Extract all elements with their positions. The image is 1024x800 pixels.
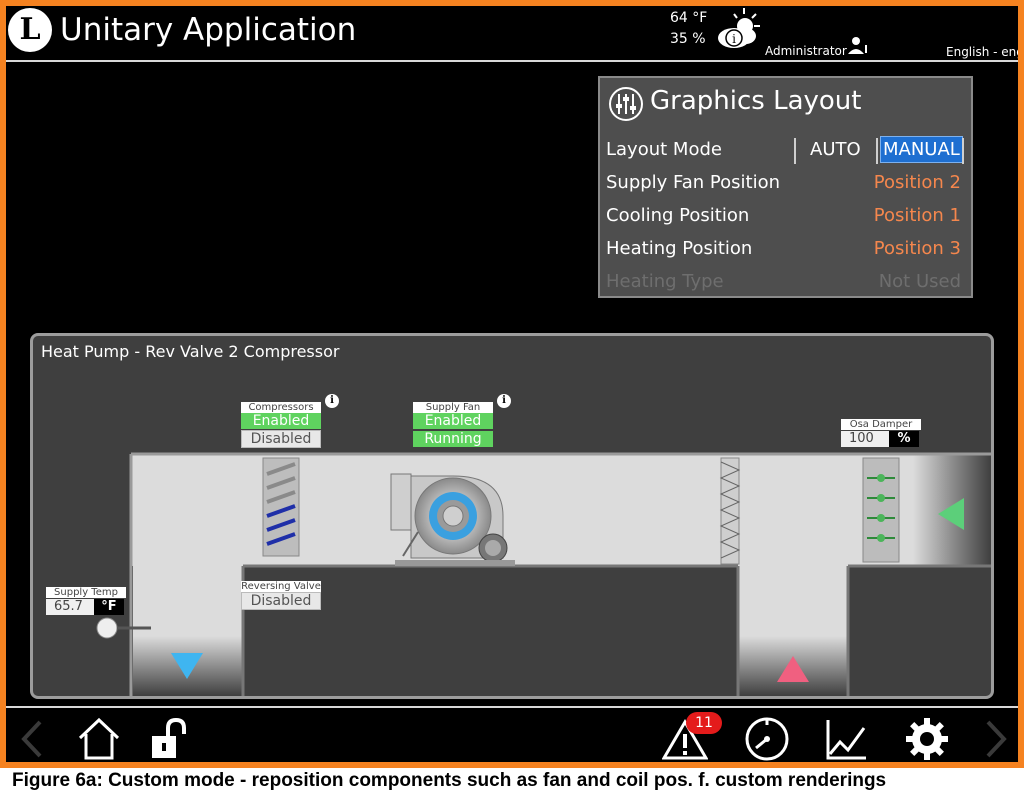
gauge-icon[interactable] [744, 716, 790, 762]
settings-gear-icon[interactable] [904, 716, 950, 762]
row-label: Supply Fan Position [606, 172, 781, 193]
osa-damper-unit: % [889, 431, 919, 447]
supply-fan-tag: Supply Fan [413, 402, 493, 413]
language-selector[interactable]: English - eng [946, 45, 1018, 59]
supply-fan-info-icon[interactable]: i [497, 394, 511, 408]
outdoor-humidity: 35 % [670, 31, 706, 47]
current-user[interactable]: Administrator [765, 44, 847, 58]
supply-fan-running-status[interactable]: Running [413, 431, 493, 447]
supply-temp-value-box[interactable]: 65.7 °F [46, 599, 126, 615]
mode-separator [794, 138, 796, 164]
layout-mode-label: Layout Mode [606, 139, 722, 160]
row-label: Cooling Position [606, 205, 750, 226]
layout-row: Heating Position Position 3 [606, 235, 961, 265]
mode-separator [962, 138, 964, 164]
supply-air-arrow-icon [171, 653, 203, 679]
supply-temp-value: 65.7 [46, 599, 94, 615]
heating-type-value: Not Used [878, 271, 961, 292]
row-label: Heating Type [606, 271, 724, 292]
outdoor-air-arrow-icon [938, 498, 964, 530]
compressors-run-status[interactable]: Disabled [241, 430, 321, 448]
cooling-position-value[interactable]: Position 1 [874, 205, 961, 226]
mode-manual-option[interactable]: MANUAL [880, 136, 963, 163]
compressors-tag: Compressors [241, 402, 321, 413]
supply-fan-position-value[interactable]: Position 2 [874, 172, 961, 193]
return-air-arrow-icon [777, 656, 809, 682]
home-icon[interactable] [76, 716, 122, 762]
back-arrow-icon[interactable] [10, 716, 56, 762]
device-frame: L Unitary Application 64 °F 35 % i Admin… [0, 0, 1024, 768]
osa-damper-tag: Osa Damper [841, 419, 921, 430]
user-info-icon[interactable] [848, 36, 868, 56]
logo-letter: L [19, 12, 41, 47]
app-header: L Unitary Application 64 °F 35 % i Admin… [6, 6, 1018, 62]
osa-damper-value-box[interactable]: 100 % [841, 431, 921, 447]
compressors-info-icon[interactable]: i [325, 394, 339, 408]
mode-separator [876, 138, 878, 164]
app-title: Unitary Application [60, 12, 357, 48]
trend-chart-icon[interactable] [824, 716, 870, 762]
outdoor-temperature: 64 °F [670, 10, 708, 26]
sliders-icon [609, 87, 643, 121]
duct-body [131, 454, 951, 566]
reversing-valve-tag: Reversing Valve [241, 581, 321, 592]
graphics-layout-title: Graphics Layout [650, 86, 862, 116]
logo: L [8, 8, 52, 52]
forward-arrow-icon[interactable] [972, 716, 1018, 762]
bottom-nav-bar: 11 [6, 706, 1018, 762]
weather-sun-cloud-info-icon[interactable]: i [710, 6, 762, 52]
osa-damper-value: 100 [841, 431, 889, 447]
graphics-layout-panel: Graphics Layout Layout Mode AUTO MANUAL … [598, 76, 973, 298]
supply-temp-tag: Supply Temp [46, 587, 126, 598]
unlock-icon[interactable] [148, 716, 194, 762]
app-screen: L Unitary Application 64 °F 35 % i Admin… [6, 6, 1018, 762]
supply-temp-unit: °F [94, 599, 124, 615]
figure-caption: Figure 6a: Custom mode - reposition comp… [12, 770, 887, 791]
heating-position-value[interactable]: Position 3 [874, 238, 961, 259]
duct-diagram [96, 452, 991, 696]
compressors-enabled-status[interactable]: Enabled [241, 413, 321, 429]
layout-mode-row: Layout Mode AUTO MANUAL [606, 136, 964, 166]
layout-row: Cooling Position Position 1 [606, 202, 961, 232]
reversing-valve-status[interactable]: Disabled [241, 592, 321, 610]
equipment-graphic-panel: Heat Pump - Rev Valve 2 Compressor Compr… [30, 333, 994, 699]
alarm-count-badge[interactable]: 11 [686, 712, 722, 734]
layout-row: Supply Fan Position Position 2 [606, 169, 961, 199]
row-label: Heating Position [606, 238, 753, 259]
svg-text:i: i [732, 32, 736, 46]
mode-auto-option[interactable]: AUTO [810, 139, 861, 160]
layout-row: Heating Type Not Used [606, 268, 961, 298]
supply-fan-enabled-status[interactable]: Enabled [413, 413, 493, 429]
